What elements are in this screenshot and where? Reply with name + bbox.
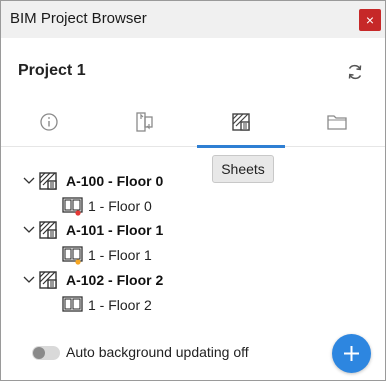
toggle-knob [33, 347, 45, 359]
add-button[interactable] [332, 334, 371, 373]
tab-views[interactable] [97, 101, 193, 147]
tree-view-row[interactable]: 1 - Floor 2 [62, 294, 152, 316]
floor-plan-view-icon [62, 296, 83, 312]
tree-view-row[interactable]: 1 - Floor 0 [62, 195, 152, 217]
tab-files[interactable] [289, 101, 385, 147]
close-button[interactable]: × [359, 9, 381, 31]
chevron-down-icon[interactable] [22, 174, 36, 188]
plus-icon [344, 346, 359, 361]
chevron-down-icon[interactable] [22, 273, 36, 287]
auto-update-toggle[interactable] [32, 346, 60, 360]
tree-sheet-row[interactable]: A-100 - Floor 0 [22, 170, 163, 192]
title-bar: BIM Project Browser × [1, 1, 385, 38]
sheet-label: A-100 - Floor 0 [66, 173, 164, 189]
tab-sheets[interactable] [193, 101, 289, 148]
window-title: BIM Project Browser [10, 10, 147, 27]
view-label: 1 - Floor 2 [88, 297, 152, 313]
folder-icon [327, 115, 347, 130]
active-tab-indicator [197, 145, 285, 148]
view-label: 1 - Floor 1 [88, 247, 152, 263]
project-title: Project 1 [18, 62, 86, 79]
tree-sheet-row[interactable]: A-101 - Floor 1 [22, 219, 163, 241]
tab-info[interactable] [1, 101, 97, 147]
sheet-icon [39, 172, 57, 190]
sheet-icon [39, 221, 57, 239]
chevron-down-icon[interactable] [22, 223, 36, 237]
transfer-views-icon [136, 112, 153, 132]
view-label: 1 - Floor 0 [88, 198, 152, 214]
bim-project-browser-window: BIM Project Browser × Project 1 Sheets A… [0, 0, 386, 381]
tab-bar [1, 101, 385, 148]
tree-sheet-row[interactable]: A-102 - Floor 2 [22, 269, 163, 291]
floor-plan-view-icon [62, 246, 83, 265]
sheets-tooltip: Sheets [212, 155, 274, 183]
sheet-icon [232, 113, 250, 131]
sheet-icon [39, 271, 57, 289]
floor-plan-view-icon [62, 197, 83, 216]
auto-update-label: Auto background updating off [66, 344, 249, 360]
info-icon [40, 113, 58, 131]
refresh-icon [348, 64, 362, 80]
sheet-label: A-102 - Floor 2 [66, 272, 164, 288]
sheet-label: A-101 - Floor 1 [66, 222, 164, 238]
tree-view-row[interactable]: 1 - Floor 1 [62, 244, 152, 266]
refresh-button[interactable] [344, 61, 366, 83]
